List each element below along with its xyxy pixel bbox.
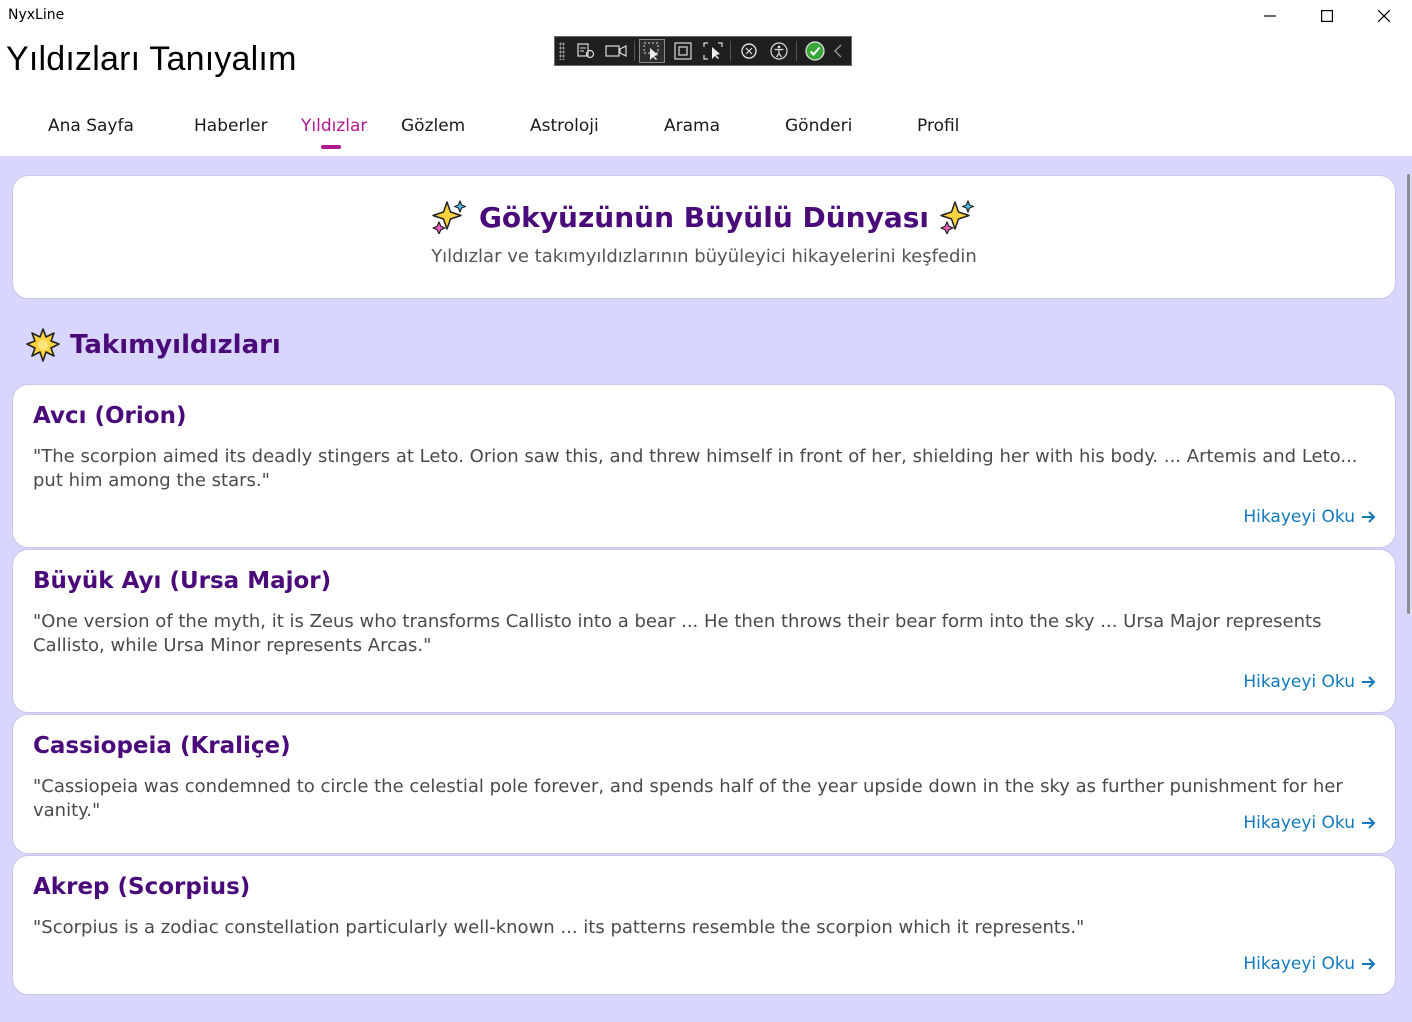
maximize-button[interactable] (1298, 0, 1355, 32)
select-element-button[interactable] (638, 39, 666, 63)
arrow-right-icon (1362, 676, 1376, 688)
vertical-scrollbar[interactable] (1407, 174, 1410, 614)
constellation-card: Büyük Ayı (Ursa Major) "One version of t… (12, 549, 1396, 713)
read-story-link[interactable]: Hikayeyi Oku (1243, 507, 1377, 527)
sparkles-icon (940, 200, 975, 234)
hot-reload-icon (740, 43, 757, 59)
hero-banner: Gökyüzünün Büyülü Dünyası Yıldızlar ve t… (12, 175, 1396, 299)
section-header: Takımyıldızları (26, 328, 281, 362)
select-pointer-icon (643, 42, 659, 60)
toolbar-separator (730, 41, 732, 61)
layout-adorner-icon (673, 42, 692, 60)
minimize-button[interactable] (1241, 0, 1298, 32)
card-title: Büyük Ayı (Ursa Major) (33, 568, 332, 594)
app-window: NyxLine Yıldızları Tanıyalım Ana Sayfa H… (0, 0, 1412, 1022)
arrow-right-icon (1362, 511, 1376, 523)
active-tab-indicator (321, 145, 341, 149)
collapse-toolbar-button[interactable] (832, 39, 845, 63)
card-quote: "Cassiopeia was condemned to circle the … (33, 776, 1343, 821)
read-story-label: Hikayeyi Oku (1243, 954, 1355, 974)
hero-subtitle: Yıldızlar ve takımyıldızlarının büyüleyi… (431, 246, 977, 267)
hot-reload-button[interactable] (735, 39, 762, 63)
window-controls (1241, 0, 1412, 32)
section-title: Takımyıldızları (70, 330, 281, 360)
visual-tree-icon (577, 43, 595, 59)
read-story-label: Hikayeyi Oku (1243, 813, 1355, 833)
read-story-link[interactable]: Hikayeyi Oku (1243, 813, 1377, 833)
sparkles-icon (432, 200, 467, 234)
read-story-label: Hikayeyi Oku (1243, 672, 1355, 692)
arrow-right-icon (1362, 958, 1376, 970)
content-area[interactable]: Gökyüzünün Büyülü Dünyası Yıldızlar ve t… (0, 156, 1412, 1022)
read-story-label: Hikayeyi Oku (1243, 507, 1355, 527)
arrow-right-icon (1362, 817, 1376, 829)
toolbar-separator (796, 41, 798, 61)
toolbar-separator (633, 41, 635, 61)
nav-item-ana-sayfa[interactable]: Ana Sayfa (48, 116, 134, 136)
status-ok-button[interactable] (801, 39, 828, 63)
hero-title: Gökyüzünün Büyülü Dünyası (478, 200, 930, 234)
accessibility-icon (770, 42, 788, 60)
accessibility-checker-button[interactable] (766, 39, 793, 63)
minimize-icon (1263, 15, 1276, 17)
nav-item-haberler[interactable]: Haberler (194, 116, 268, 136)
constellation-card: Cassiopeia (Kraliçe) "Cassiopeia was con… (12, 714, 1396, 854)
card-quote: "Scorpius is a zodiac constellation part… (33, 917, 1085, 938)
display-layout-adorners-button[interactable] (669, 39, 696, 63)
top-navigation: Ana Sayfa Haberler Yıldızlar Gözlem Astr… (0, 104, 1412, 154)
card-title: Akrep (Scorpius) (33, 874, 251, 900)
toolbar-grip[interactable] (559, 42, 565, 60)
card-quote: "The scorpion aimed its deadly stingers … (33, 446, 1358, 491)
video-camera-icon (605, 45, 628, 57)
checkmark-circle-icon (804, 41, 825, 61)
hero-title-row: Gökyüzünün Büyülü Dünyası (13, 200, 1395, 234)
maximize-icon (1320, 10, 1333, 22)
chevron-left-icon (834, 44, 842, 58)
nav-item-arama[interactable]: Arama (664, 116, 720, 136)
read-story-link[interactable]: Hikayeyi Oku (1243, 672, 1377, 692)
track-focus-icon (703, 42, 723, 60)
nav-item-yildizlar[interactable]: Yıldızlar (301, 116, 367, 136)
card-title: Cassiopeia (Kraliçe) (33, 733, 291, 759)
nav-item-gozlem[interactable]: Gözlem (401, 116, 465, 136)
card-quote: "One version of the myth, it is Zeus who… (33, 611, 1322, 656)
close-icon (1377, 10, 1390, 22)
nav-item-profil[interactable]: Profil (917, 116, 959, 136)
record-button[interactable] (603, 39, 630, 63)
constellation-card: Akrep (Scorpius) "Scorpius is a zodiac c… (12, 855, 1396, 995)
constellation-card: Avcı (Orion) "The scorpion aimed its dea… (12, 384, 1396, 548)
app-name: NyxLine (8, 7, 65, 23)
track-focused-element-button[interactable] (700, 39, 727, 63)
page-title: Yıldızları Tanıyalım (6, 40, 297, 78)
card-title: Avcı (Orion) (33, 403, 187, 429)
debug-toolbar (554, 36, 852, 66)
nav-item-gonderi[interactable]: Gönderi (785, 116, 852, 136)
close-button[interactable] (1355, 0, 1412, 32)
live-visual-tree-button[interactable] (573, 39, 600, 63)
nav-item-astroloji[interactable]: Astroloji (530, 116, 599, 136)
title-bar: NyxLine (0, 0, 1412, 32)
star-icon (26, 328, 60, 362)
read-story-link[interactable]: Hikayeyi Oku (1243, 954, 1377, 974)
